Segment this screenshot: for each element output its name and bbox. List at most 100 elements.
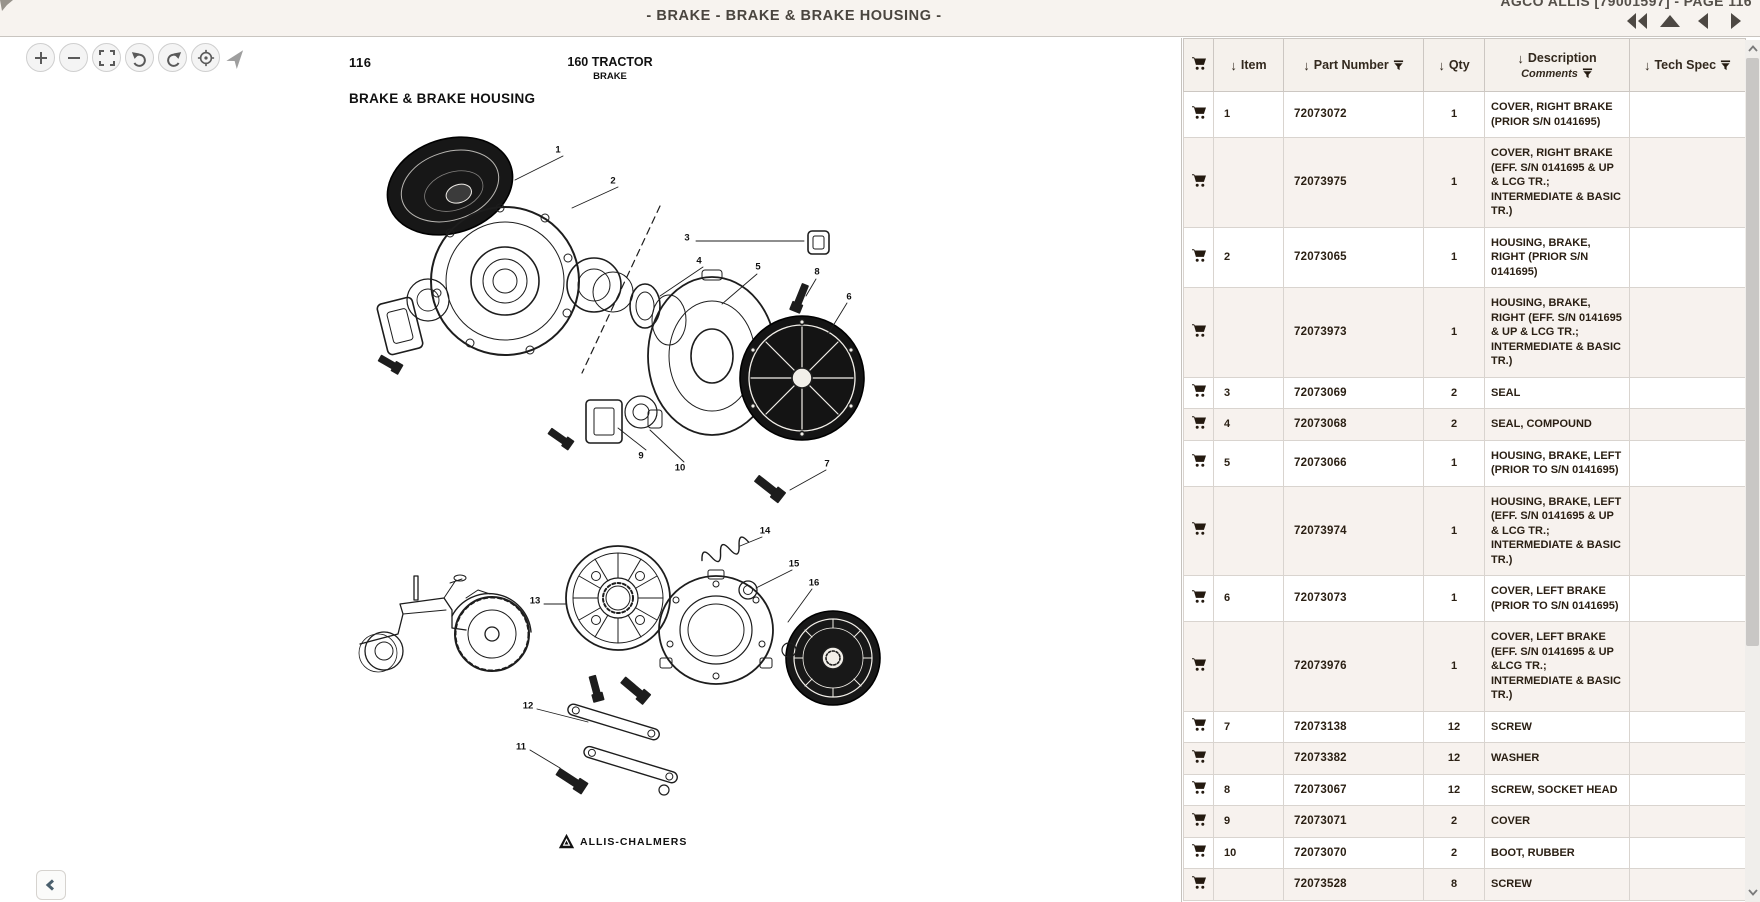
parts-table-panel: ↓ Item ↓ Part Number xyxy=(1183,38,1760,902)
tech-spec-cell xyxy=(1630,440,1746,486)
comments-subheader: Comments xyxy=(1521,68,1578,80)
page-up-button[interactable] xyxy=(1658,11,1682,31)
part-number-cell[interactable]: 72073067 xyxy=(1284,774,1424,806)
table-row: 87207306712SCREW, SOCKET HEAD xyxy=(1184,774,1746,806)
description-cell: SEAL, COMPOUND xyxy=(1485,409,1630,441)
callout-12: 12 xyxy=(523,701,534,711)
tech-spec-cell xyxy=(1630,409,1746,441)
part-number-cell[interactable]: 72073073 xyxy=(1284,576,1424,622)
item-cell xyxy=(1214,869,1284,901)
part-number-cell[interactable]: 72073068 xyxy=(1284,409,1424,441)
allis-chalmers-triangle-icon xyxy=(558,833,575,850)
item-cell xyxy=(1214,288,1284,378)
cart-icon xyxy=(1191,415,1207,430)
scroll-up-button[interactable] xyxy=(1745,40,1760,56)
part-number-cell[interactable]: 72073066 xyxy=(1284,440,1424,486)
add-to-cart-button[interactable] xyxy=(1184,622,1214,712)
description-cell: HOUSING, BRAKE, RIGHT (PRIOR S/N 0141695… xyxy=(1485,227,1630,288)
first-page-button[interactable] xyxy=(1625,11,1649,31)
part-number-cell[interactable]: 72073138 xyxy=(1284,711,1424,743)
pointer-tool-button[interactable] xyxy=(224,45,250,71)
add-to-cart-button[interactable] xyxy=(1184,869,1214,901)
part-number-cell[interactable]: 72073975 xyxy=(1284,138,1424,228)
callout-11: 11 xyxy=(516,742,526,752)
sort-icon: ↓ xyxy=(1303,58,1310,73)
callout-1: 1 xyxy=(555,145,560,155)
filter-icon[interactable] xyxy=(1393,60,1404,71)
right-arrow-icon xyxy=(1729,12,1743,30)
qty-column-header[interactable]: ↓ Qty xyxy=(1424,39,1485,92)
part-number-cell[interactable]: 72073071 xyxy=(1284,806,1424,838)
add-to-cart-button[interactable] xyxy=(1184,806,1214,838)
part-number-cell[interactable]: 72073382 xyxy=(1284,743,1424,775)
part-number-cell[interactable]: 72073976 xyxy=(1284,622,1424,712)
part-number-cell[interactable]: 72073973 xyxy=(1284,288,1424,378)
add-to-cart-button[interactable] xyxy=(1184,743,1214,775)
tech-spec-cell xyxy=(1630,774,1746,806)
rotate-right-button[interactable] xyxy=(158,43,187,72)
add-to-cart-button[interactable] xyxy=(1184,409,1214,441)
collapse-panel-button[interactable] xyxy=(36,870,66,900)
qty-cell: 8 xyxy=(1424,869,1485,901)
add-to-cart-button[interactable] xyxy=(1184,774,1214,806)
add-to-cart-button[interactable] xyxy=(1184,837,1214,869)
part-number-cell[interactable]: 72073070 xyxy=(1284,837,1424,869)
add-to-cart-button[interactable] xyxy=(1184,138,1214,228)
table-row: 720739761COVER, LEFT BRAKE (EFF. S/N 014… xyxy=(1184,622,1746,712)
fit-to-screen-button[interactable] xyxy=(92,43,121,72)
add-to-cart-button[interactable] xyxy=(1184,576,1214,622)
cart-icon xyxy=(1191,521,1207,536)
add-to-cart-button[interactable] xyxy=(1184,377,1214,409)
scrollbar-thumb[interactable] xyxy=(1746,58,1759,646)
filter-icon[interactable] xyxy=(1720,60,1731,71)
cart-icon xyxy=(1191,657,1207,672)
table-row: 3720730692SEAL xyxy=(1184,377,1746,409)
next-page-button[interactable] xyxy=(1724,11,1748,31)
document-reference: AGCO ALLIS [79001597] - PAGE 116 xyxy=(1500,0,1752,9)
pointer-arrow-icon xyxy=(226,47,248,69)
callout-8: 8 xyxy=(814,267,819,277)
part-number-column-header[interactable]: ↓ Part Number xyxy=(1284,39,1424,92)
chevron-down-icon xyxy=(1748,889,1758,896)
table-scrollbar[interactable] xyxy=(1745,40,1760,902)
cart-icon xyxy=(1191,843,1207,858)
part-number-cell[interactable]: 72073528 xyxy=(1284,869,1424,901)
tech-spec-cell xyxy=(1630,869,1746,901)
add-to-cart-button[interactable] xyxy=(1184,486,1214,576)
add-to-cart-button[interactable] xyxy=(1184,227,1214,288)
add-to-cart-button[interactable] xyxy=(1184,288,1214,378)
tech-spec-column-header[interactable]: ↓ Tech Spec xyxy=(1630,39,1746,92)
cart-column-header[interactable] xyxy=(1184,39,1214,92)
item-cell xyxy=(1214,138,1284,228)
item-cell: 10 xyxy=(1214,837,1284,869)
previous-page-button[interactable] xyxy=(1691,11,1715,31)
description-column-header[interactable]: ↓ Description Comments xyxy=(1485,39,1630,92)
part-number-cell[interactable]: 72073974 xyxy=(1284,486,1424,576)
description-cell: SCREW, SOCKET HEAD xyxy=(1485,774,1630,806)
corner-cursor-artifact xyxy=(0,0,16,12)
add-to-cart-button[interactable] xyxy=(1184,440,1214,486)
item-cell: 9 xyxy=(1214,806,1284,838)
part-number-cell[interactable]: 72073072 xyxy=(1284,92,1424,138)
item-column-header[interactable]: ↓ Item xyxy=(1214,39,1284,92)
add-to-cart-button[interactable] xyxy=(1184,92,1214,138)
top-header: - BRAKE - BRAKE & BRAKE HOUSING - AGCO A… xyxy=(0,0,1760,37)
description-cell: COVER, LEFT BRAKE (PRIOR TO S/N 0141695) xyxy=(1485,576,1630,622)
filter-icon[interactable] xyxy=(1582,68,1593,79)
rotate-left-button[interactable] xyxy=(125,43,154,72)
tech-spec-cell xyxy=(1630,711,1746,743)
callout-14: 14 xyxy=(760,526,771,536)
zoom-out-button[interactable] xyxy=(59,43,88,72)
callout-15: 15 xyxy=(789,559,800,569)
double-left-arrow-icon xyxy=(1625,12,1649,30)
center-target-button[interactable] xyxy=(191,43,220,72)
add-to-cart-button[interactable] xyxy=(1184,711,1214,743)
item-cell xyxy=(1214,622,1284,712)
part-number-cell[interactable]: 72073069 xyxy=(1284,377,1424,409)
scroll-down-button[interactable] xyxy=(1745,884,1760,900)
plus-icon xyxy=(33,50,49,66)
zoom-in-button[interactable] xyxy=(26,43,55,72)
table-row: 10720730702BOOT, RUBBER xyxy=(1184,837,1746,869)
part-number-cell[interactable]: 72073065 xyxy=(1284,227,1424,288)
item-cell xyxy=(1214,486,1284,576)
